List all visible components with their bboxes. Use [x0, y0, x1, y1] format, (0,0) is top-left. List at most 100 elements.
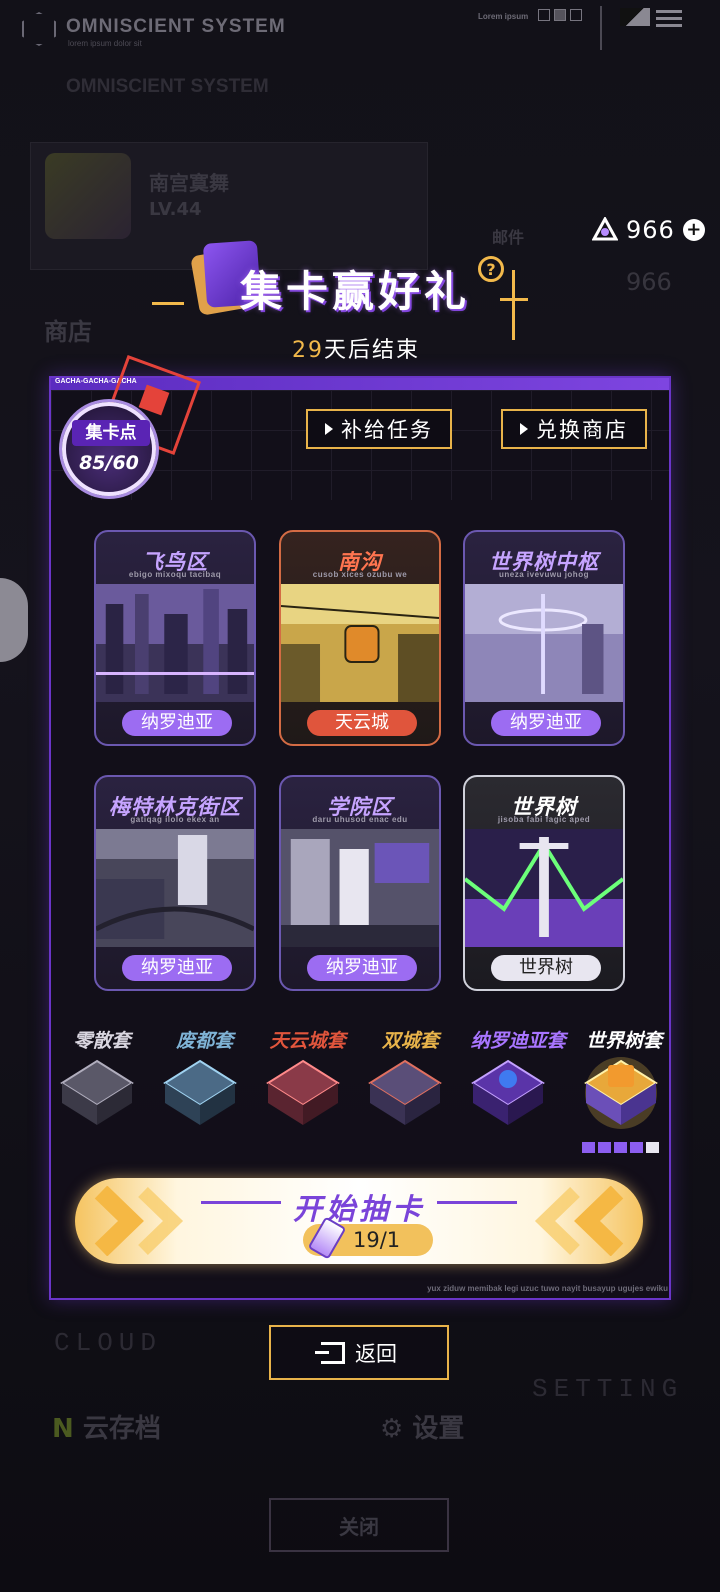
set-name: 天云城套 — [269, 1030, 346, 1052]
progress-dot — [582, 1142, 595, 1153]
points-label: 集卡点 — [72, 420, 150, 446]
card-subtitle: uneza ivevuwu johog — [499, 570, 589, 579]
card-region-tag: 纳罗迪亚 — [307, 955, 417, 981]
set-name: 双城套 — [381, 1030, 439, 1052]
set-item-twin-city[interactable]: 双城套 — [360, 1026, 460, 1137]
set-box-icon — [471, 1059, 546, 1125]
top-bar: OMNISCIENT SYSTEM lorem ipsum dolor sit … — [0, 0, 720, 58]
progress-dot — [598, 1142, 611, 1153]
event-title: 集卡赢好礼 — [240, 267, 471, 316]
set-name: 世界树套 — [585, 1030, 662, 1052]
settings-text: 设置 — [412, 1414, 465, 1444]
progress-dot — [646, 1142, 659, 1153]
back-arrow-icon — [315, 1341, 345, 1364]
set-box-icon — [162, 1059, 237, 1125]
set-name: 废都套 — [176, 1030, 234, 1052]
corner-text: Lorem ipsum — [478, 12, 529, 21]
progress-dot — [614, 1142, 627, 1153]
close-button-bg: 关闭 — [269, 1498, 449, 1552]
system-subtitle: lorem ipsum dolor sit — [68, 39, 142, 48]
set-list: 零散套 废都套 天云城套 双城套 纳罗迪亚套 世界树套 — [52, 1026, 672, 1137]
profile-level: LV.44 — [149, 199, 202, 220]
set-item-scattered[interactable]: 零散套 — [52, 1026, 152, 1137]
set-item-ruins[interactable]: 废都套 — [155, 1026, 255, 1137]
card-subtitle: jisoba fabi fagic aped — [497, 815, 591, 824]
card-subtitle: cusob xices ozubu we — [312, 570, 408, 579]
ghost-currency-value: 966 — [626, 268, 672, 296]
card-subtitle: daru uhusod enac edu — [312, 815, 408, 824]
menu-icon — [656, 10, 682, 27]
signal-icon — [620, 8, 650, 26]
deco-line — [152, 302, 184, 305]
card-feiniao[interactable]: 飞鸟区 ebigo mixoqu tacibaq 纳罗迪亚 — [94, 530, 256, 746]
start-draw-button[interactable]: 开始抽卡 19/1 — [75, 1178, 643, 1264]
deco-line — [512, 270, 515, 340]
countdown-days: 29 — [292, 338, 324, 363]
card-maeterlinck[interactable]: 梅特林克街区 gatiqag ilolo ekex an 纳罗迪亚 — [94, 775, 256, 991]
play-arrow-icon — [325, 423, 333, 435]
card-region-tag: 纳罗迪亚 — [122, 710, 232, 736]
omniscient-logo-icon — [22, 12, 56, 46]
ghost-system-title: OMNISCIENT SYSTEM — [66, 76, 269, 97]
card-region-tag: 天云城 — [307, 710, 417, 736]
currency-display: 966 + — [592, 216, 705, 244]
card-region-tag: 纳罗迪亚 — [491, 710, 601, 736]
set-box-icon — [60, 1059, 134, 1125]
gem-icon — [592, 217, 618, 241]
card-world-tree[interactable]: 世界树 jisoba fabi fagic aped 世界树 — [463, 775, 625, 991]
set-box-icon — [368, 1059, 443, 1125]
card-subtitle: gatiqag ilolo ekex an — [130, 815, 220, 824]
cloud-save-text: 云存档 — [82, 1414, 161, 1444]
event-headline: 集卡赢好礼 ? 29天后结束 — [152, 240, 560, 370]
countdown-suffix: 天后结束 — [324, 338, 421, 363]
draw-ticket-count: 19/1 — [303, 1216, 433, 1260]
card-subtitle: ebigo mixoqu tacibaq — [128, 570, 222, 579]
card-artwork — [281, 829, 439, 947]
exchange-shop-label: 兑换商店 — [536, 418, 628, 442]
cloud-en-label: CLOUD — [54, 1328, 163, 1358]
card-artwork — [465, 829, 623, 947]
card-region-tag: 世界树 — [491, 955, 601, 981]
back-button[interactable]: 返回 — [269, 1325, 449, 1380]
card-academy[interactable]: 学院区 daru uhusod enac edu 纳罗迪亚 — [279, 775, 441, 991]
set-box-icon — [584, 1057, 658, 1129]
add-currency-button[interactable]: + — [682, 219, 705, 241]
event-countdown: 29天后结束 — [292, 332, 420, 364]
setting-en-label: SETTING — [532, 1374, 684, 1404]
avatar — [45, 153, 131, 239]
help-button[interactable]: ? — [478, 256, 504, 282]
set-name: 零散套 — [73, 1030, 131, 1052]
exchange-shop-button[interactable]: 兑换商店 — [501, 409, 647, 449]
profile-name: 南宫寞舞 — [149, 171, 229, 195]
supply-task-label: 补给任务 — [341, 418, 433, 442]
set-item-world-tree[interactable]: 世界树套 — [576, 1026, 672, 1137]
card-artwork — [96, 829, 254, 947]
set-item-skycity[interactable]: 天云城套 — [258, 1026, 358, 1137]
currency-value: 966 — [626, 216, 675, 244]
settings-label: ⚙ 设置 — [380, 1414, 465, 1444]
system-title: OMNISCIENT SYSTEM — [66, 16, 286, 37]
ticket-count-value: 19/1 — [353, 1228, 401, 1252]
card-artwork — [465, 584, 623, 702]
cloud-save-label: N 云存档 — [52, 1414, 161, 1444]
panel-footer-text: yux ziduw memibak legi uzuc tuwo nayit b… — [427, 1284, 668, 1293]
card-nangou[interactable]: 南沟 cusob xices ozubu we 天云城 — [279, 530, 441, 746]
set-name: 纳罗迪亚套 — [470, 1030, 566, 1052]
set-item-naroodia[interactable]: 纳罗迪亚套 — [463, 1026, 573, 1137]
back-label: 返回 — [355, 1341, 397, 1366]
card-points-badge: 集卡点 85/60 — [62, 402, 156, 496]
start-draw-label: 开始抽卡 — [292, 1192, 425, 1226]
points-value: 85/60 — [79, 452, 139, 474]
progress-dot — [630, 1142, 643, 1153]
card-artwork — [96, 584, 254, 702]
shop-label: 商店 — [44, 318, 92, 346]
card-region-tag: 纳罗迪亚 — [122, 955, 232, 981]
supply-task-button[interactable]: 补给任务 — [306, 409, 452, 449]
divider — [600, 6, 602, 50]
set-box-icon — [265, 1059, 340, 1125]
card-world-tree-hub[interactable]: 世界树中枢 uneza ivevuwu johog 纳罗迪亚 — [463, 530, 625, 746]
window-controls — [538, 9, 582, 21]
play-arrow-icon — [520, 423, 528, 435]
card-artwork — [281, 584, 439, 702]
set-progress-dots — [582, 1142, 659, 1153]
